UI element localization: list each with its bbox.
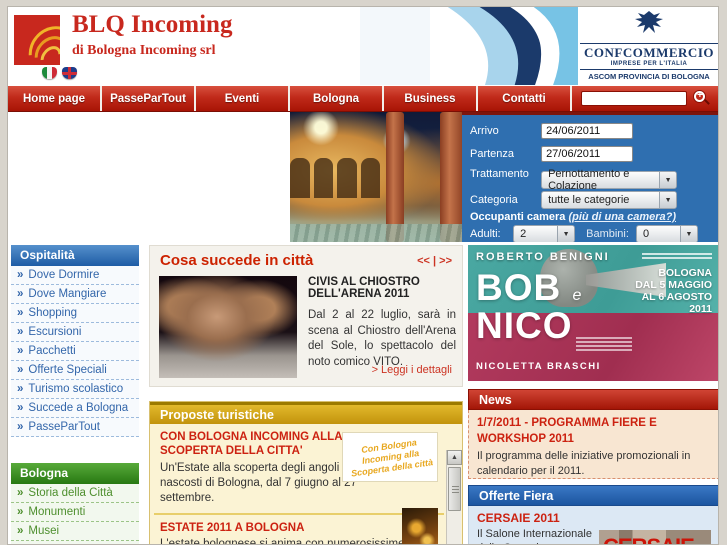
sidebar-item-succede-a-bologna[interactable]: » Succede a Bologna — [11, 399, 139, 418]
event-photo — [159, 276, 297, 378]
categoria-label: Categoria — [470, 194, 518, 206]
events-panel: Cosa succede in città << | >> CIVIS AL C… — [149, 245, 463, 387]
portico-column — [386, 112, 404, 242]
scrollbar-thumb[interactable] — [447, 467, 461, 511]
partenza-input[interactable] — [541, 146, 634, 162]
chevron-down-icon: ▼ — [679, 226, 697, 242]
adulti-select[interactable]: 2 ▼ — [513, 225, 576, 242]
chevron-down-icon: ▼ — [557, 226, 575, 242]
portico-column — [440, 112, 462, 242]
sidebar-item-offerte-speciali[interactable]: » Offerte Speciali — [11, 361, 139, 380]
offerte-header: Offerte Fiera — [468, 485, 718, 506]
booking-form: Arrivo Partenza Trattamento Pernottament… — [462, 112, 718, 242]
proposta-1-image: Con Bologna Incoming alla Scoperta della… — [342, 432, 438, 482]
offerta-body: Il Salone Internazionale della Ceramica … — [477, 528, 592, 544]
poster-title-bob: BOB e — [476, 267, 583, 308]
trattamento-select[interactable]: Pernottamento e Colazione ▼ — [541, 168, 678, 192]
sidebar-item-turismo-scolastico[interactable]: » Turismo scolastico — [11, 380, 139, 399]
occupanti-label: Occupanti camera — [470, 211, 566, 223]
proposta-2-image — [402, 508, 438, 544]
poster-dates: BOLOGNA DAL 5 MAGGIO AL 6 AGOSTO 2011 — [635, 267, 712, 316]
news-panel: News 1/7/2011 - PROGRAMMA FIERE E WORKSH… — [468, 389, 718, 479]
confcommercio-sub: ASCOM PROVINCIA DI BOLOGNA — [580, 69, 718, 81]
proposte-panel: Proposte turistiche CON BOLOGNA INCOMING… — [149, 401, 463, 545]
poster-caption-lines — [642, 253, 712, 261]
arrivo-input[interactable] — [541, 123, 634, 139]
offerte-panel: Offerte Fiera CERSAIE 2011 Il Salone Int… — [468, 485, 718, 544]
poster-credits-lines — [576, 337, 632, 353]
nav-home[interactable]: Home page — [8, 86, 102, 111]
sidebar-item-storia[interactable]: » Storia della Città — [11, 484, 139, 503]
bob-e-nico-poster[interactable]: ROBERTO BENIGNI BOLOGNA DAL 5 MAGGIO AL … — [468, 245, 718, 381]
uk-flag-icon[interactable] — [62, 67, 77, 79]
sidebar-ospitalita: Ospitalità » Dove Dormire » Dove Mangiare … — [11, 245, 139, 437]
search-icon[interactable] — [693, 90, 710, 107]
partenza-label: Partenza — [470, 148, 515, 160]
search-area — [572, 86, 718, 111]
italian-flag-icon[interactable] — [42, 67, 57, 79]
proposte-header: Proposte turistiche — [150, 402, 462, 424]
confcommercio-logo[interactable]: CONFCOMMERCIO IMPRESE PER L'ITALIA ASCOM… — [580, 9, 718, 83]
main-nav: Home page PasseParTout Eventi Bologna Bu… — [8, 86, 718, 112]
confcommercio-name: CONFCOMMERCIO — [580, 43, 718, 61]
sidebar-item-escursioni[interactable]: » Escursioni — [11, 323, 139, 342]
news-item-1-body: Il programma delle iniziative promoziona… — [477, 450, 691, 478]
sidebar-item-chiese[interactable]: »Chiese — [11, 541, 139, 544]
proposta-2-title[interactable]: ESTATE 2011 A BOLOGNA — [160, 521, 405, 535]
eagle-icon — [635, 11, 663, 33]
proposta-1-body: Un'Estate alla scoperta degli angoli nas… — [160, 461, 357, 504]
more-rooms-link[interactable]: (più di una camera?) — [568, 211, 676, 223]
news-header: News — [468, 389, 718, 410]
trattamento-label: Trattamento — [470, 168, 529, 180]
page: BLQ Incoming di Bologna Incoming srl CON… — [7, 6, 719, 545]
sidebar-item-monumenti[interactable]: » Monumenti — [11, 503, 139, 522]
event-details-link[interactable]: > Leggi i dettagli — [372, 364, 452, 376]
sidebar-item-passepartout[interactable]: » PasseParTout — [11, 418, 139, 437]
language-switcher — [42, 67, 77, 79]
sidebar-item-dove-dormire[interactable]: » Dove Dormire — [11, 266, 139, 285]
proposta-1-title[interactable]: CON BOLOGNA INCOMING ALLA SCOPERTA DELLA… — [160, 430, 350, 459]
event-title: CIVIS AL CHIOSTRO DELL'ARENA 2011 — [308, 276, 420, 300]
bologna-night-photo — [290, 112, 462, 242]
swoosh-decoration — [360, 7, 578, 85]
nav-bologna[interactable]: Bologna — [290, 86, 384, 111]
sidebar-item-musei[interactable]: » Musei — [11, 522, 139, 541]
sidebar-item-dove-mangiare[interactable]: » Dove Mangiare — [11, 285, 139, 304]
event-body: Dal 2 al 22 luglio, sarà in scena al Chi… — [308, 309, 456, 368]
confcommercio-tagline: IMPRESE PER L'ITALIA — [610, 61, 688, 67]
poster-title-nico: NICO — [476, 305, 573, 346]
nav-passepartout[interactable]: PasseParTout — [102, 86, 196, 111]
events-pager[interactable]: << | >> — [417, 255, 452, 267]
events-title: Cosa succede in città — [160, 252, 314, 269]
bambini-label: Bambini: — [586, 228, 629, 240]
chevron-down-icon: ▼ — [659, 192, 677, 208]
news-item-1-headline[interactable]: 1/7/2011 - PROGRAMMA FIERE E WORKSHOP 20… — [477, 415, 711, 447]
site-subtitle: di Bologna Incoming srl — [72, 43, 216, 58]
adulti-label: Adulti: — [470, 228, 501, 240]
sidebar-bologna: Bologna » Storia della Città » Monumenti »… — [11, 463, 139, 544]
nav-contatti[interactable]: Contatti — [478, 86, 572, 111]
bambini-select[interactable]: 0 ▼ — [635, 225, 698, 242]
cersaie-image: CERSAIE — [599, 530, 711, 544]
blq-logo[interactable] — [14, 15, 60, 65]
proposte-scrollbar[interactable]: ▲ — [446, 450, 462, 544]
nav-business[interactable]: Business — [384, 86, 478, 111]
offerta-title[interactable]: CERSAIE 2011 — [477, 511, 711, 525]
nav-eventi[interactable]: Eventi — [196, 86, 290, 111]
search-input[interactable] — [581, 91, 687, 106]
site-title: BLQ Incoming — [72, 11, 233, 38]
sidebar-item-pacchetti[interactable]: » Pacchetti — [11, 342, 139, 361]
poster-actress: NICOLETTA BRASCHI — [476, 361, 601, 372]
header: BLQ Incoming di Bologna Incoming srl CON… — [8, 7, 718, 85]
poster-actor: ROBERTO BENIGNI — [476, 251, 610, 263]
arrivo-label: Arrivo — [470, 125, 499, 137]
chevron-down-icon: ▼ — [659, 172, 677, 188]
categoria-select[interactable]: tutte le categorie ▼ — [541, 191, 678, 209]
bologna-header: Bologna — [11, 463, 139, 484]
proposta-2-body: L'estate bolognese si anima con numerosi… — [160, 537, 405, 545]
ospitalita-header: Ospitalità — [11, 245, 139, 266]
sidebar-item-shopping[interactable]: » Shopping — [11, 304, 139, 323]
arrow-up-icon[interactable]: ▲ — [447, 450, 462, 465]
